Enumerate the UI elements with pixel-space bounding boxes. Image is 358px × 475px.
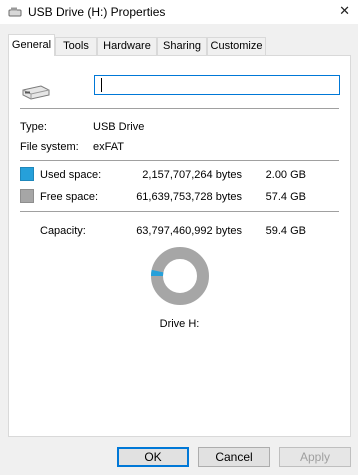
usb-drive-icon: [22, 85, 50, 100]
disk-usage-donut: [151, 247, 209, 305]
usb-drive-icon: [8, 7, 22, 17]
capacity-size: 59.4 GB: [265, 225, 306, 237]
used-space-bytes: 2,157,707,264 bytes: [142, 169, 242, 181]
file-system-label: File system:: [20, 141, 79, 153]
window-title: USB Drive (H:) Properties: [28, 5, 166, 19]
type-value: USB Drive: [93, 121, 145, 133]
separator: [20, 160, 339, 161]
used-space-arc: [151, 269, 164, 277]
free-space-bytes: 61,639,753,728 bytes: [136, 191, 242, 203]
title-bar: USB Drive (H:) Properties ✕: [0, 0, 358, 24]
tab-hardware[interactable]: Hardware: [97, 37, 157, 55]
capacity-label: Capacity:: [40, 225, 86, 237]
tab-sharing[interactable]: Sharing: [157, 37, 207, 55]
separator: [20, 108, 339, 109]
drive-name-input[interactable]: [94, 75, 340, 95]
free-space-swatch: [20, 189, 34, 203]
separator: [20, 211, 339, 212]
drive-label: Drive H:: [159, 318, 200, 330]
ok-button[interactable]: OK: [117, 447, 189, 467]
capacity-bytes: 63,797,460,992 bytes: [136, 225, 242, 237]
tab-general[interactable]: General: [8, 34, 55, 56]
free-space-label: Free space:: [40, 191, 99, 203]
free-space-size: 57.4 GB: [265, 191, 306, 203]
close-icon[interactable]: ✕: [339, 4, 350, 18]
general-panel: Type: USB Drive File system: exFAT Used …: [8, 55, 351, 437]
apply-button[interactable]: Apply: [279, 447, 351, 467]
tab-tools[interactable]: Tools: [55, 37, 97, 55]
cancel-button[interactable]: Cancel: [198, 447, 270, 467]
used-space-size: 2.00 GB: [265, 169, 306, 181]
file-system-value: exFAT: [93, 141, 124, 153]
text-cursor: [101, 78, 102, 92]
free-space-ring: [151, 247, 209, 305]
used-space-label: Used space:: [40, 169, 102, 181]
type-label: Type:: [20, 121, 47, 133]
used-space-swatch: [20, 167, 34, 181]
tab-customize[interactable]: Customize: [207, 37, 266, 55]
